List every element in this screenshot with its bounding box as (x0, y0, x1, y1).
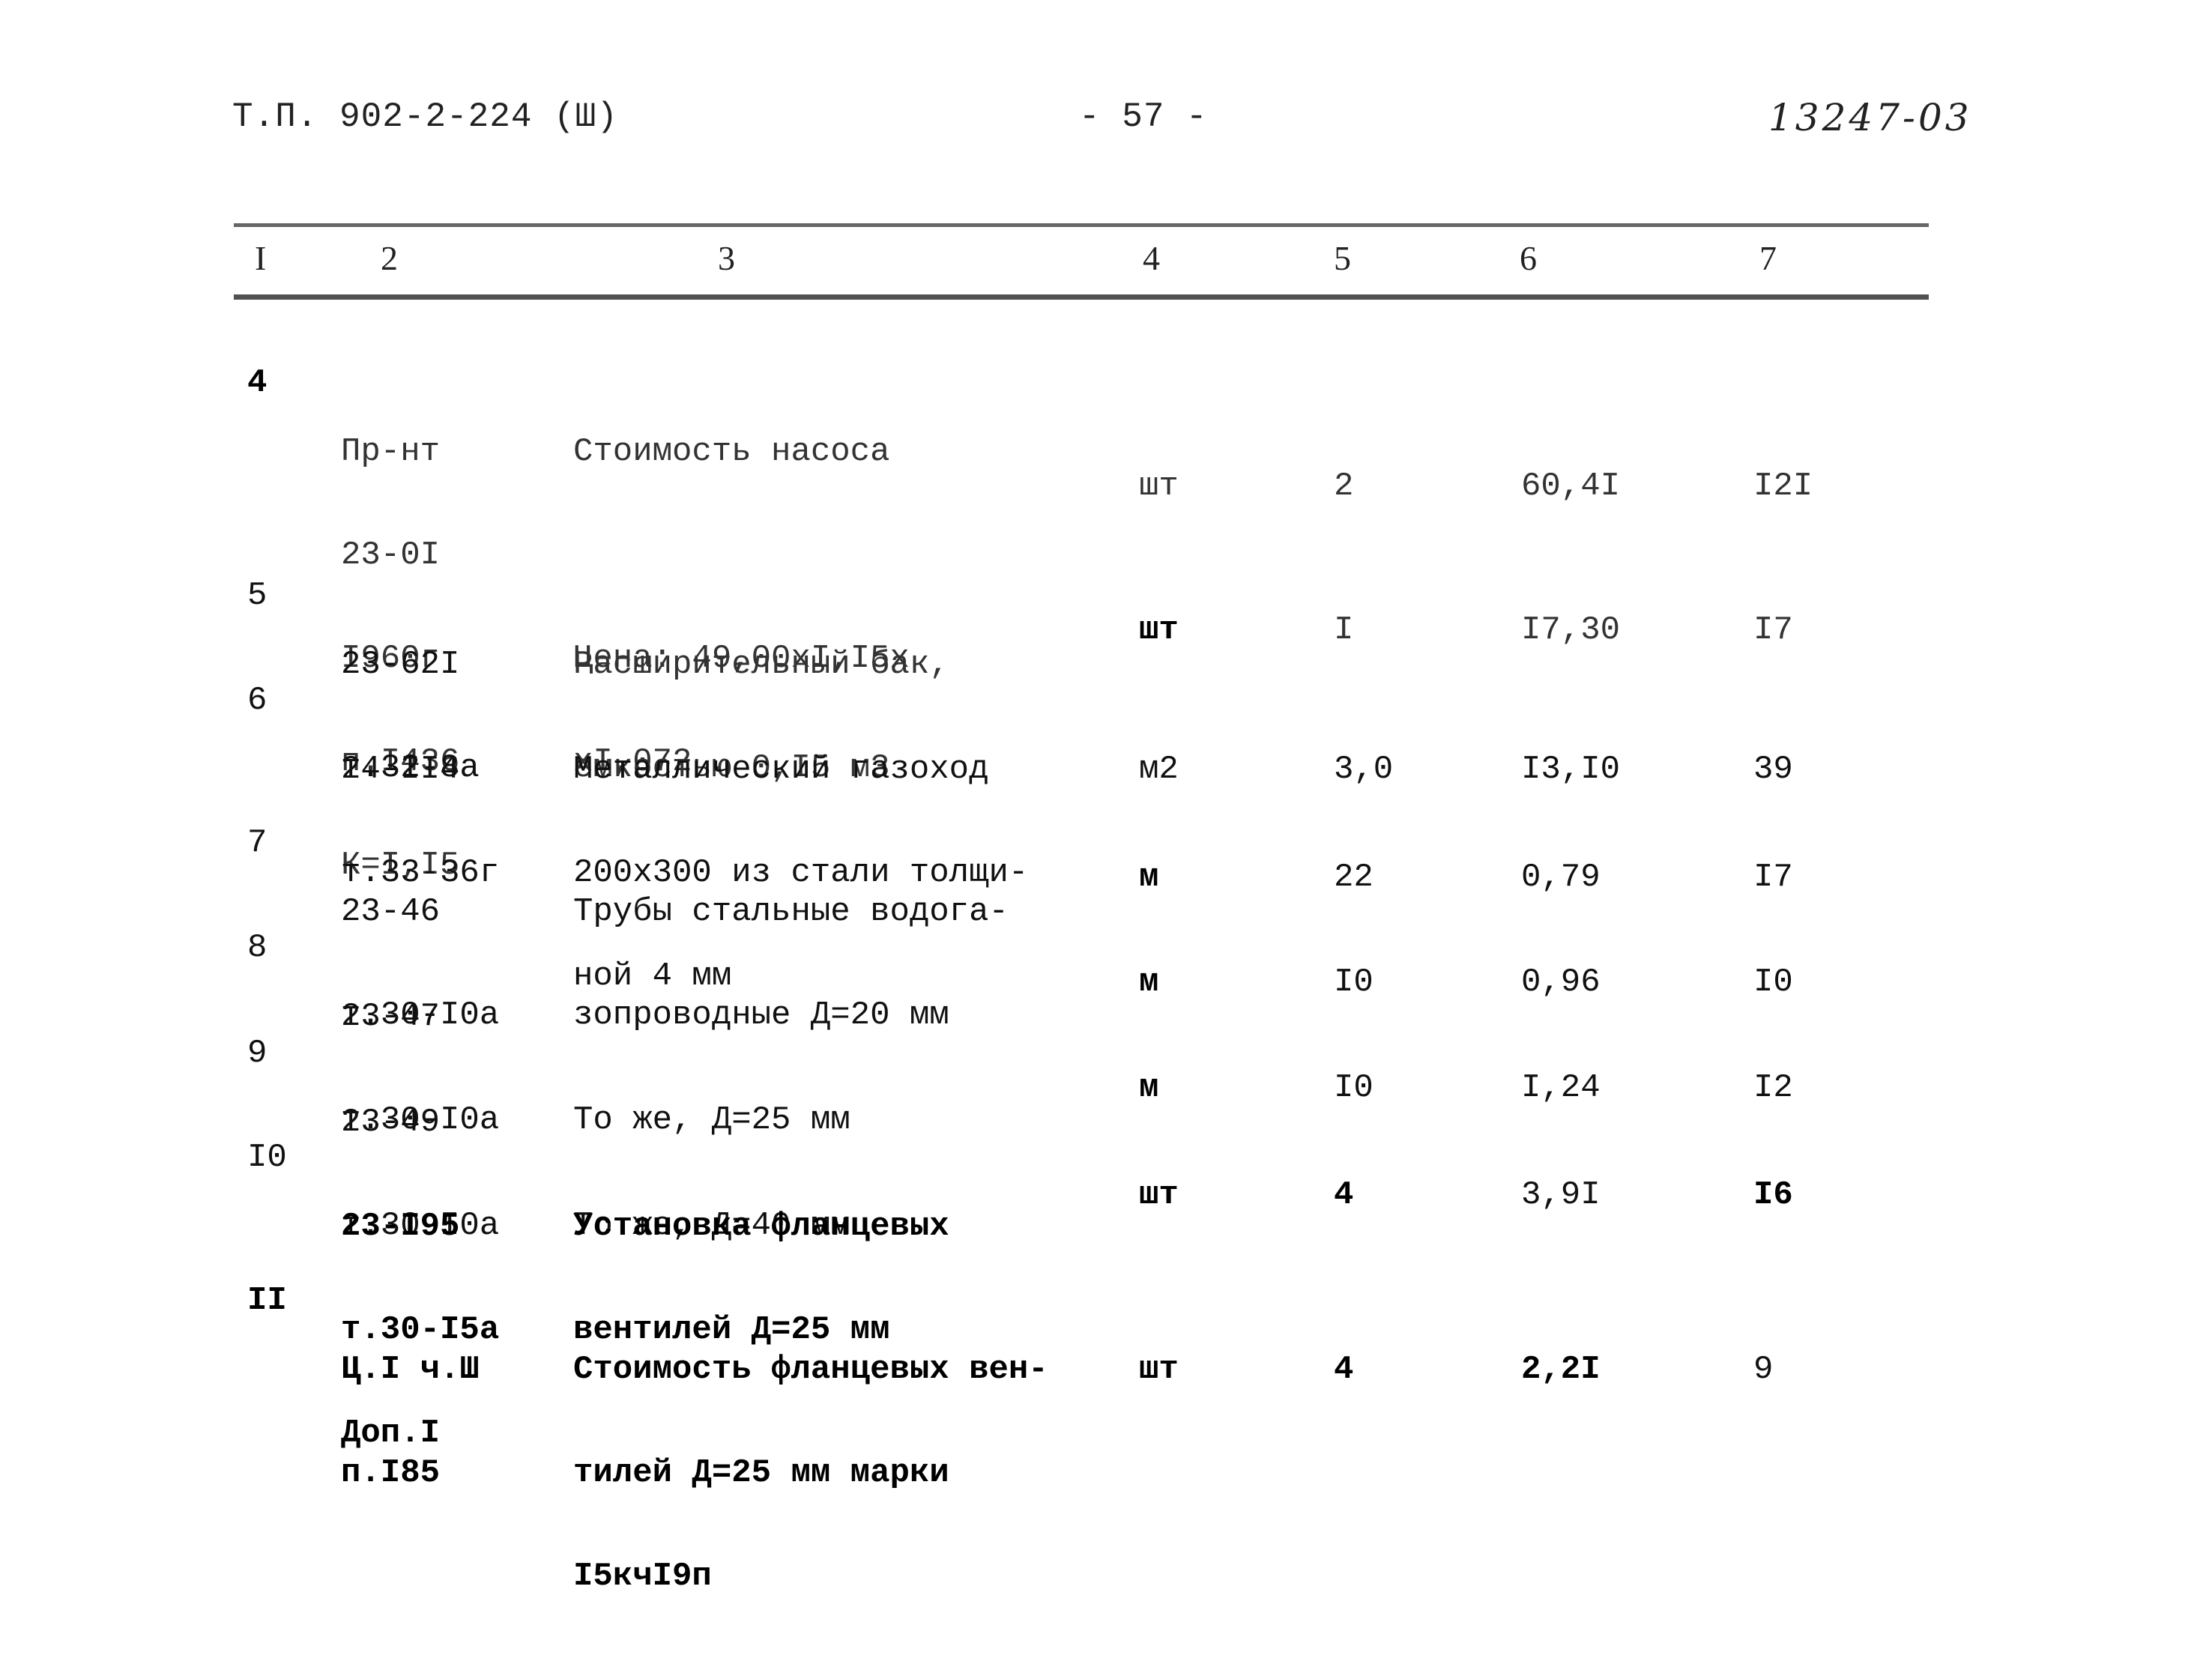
row-unit: шт (1139, 1351, 1179, 1388)
row-unit: м (1139, 859, 1159, 896)
row-unit-price: I7,30 (1521, 611, 1621, 649)
description-line: Расширительный бак, (573, 646, 949, 683)
reference-line: 23-62I (341, 646, 460, 683)
row-quantity: 4 (1334, 1176, 1354, 1214)
row-quantity: I0 (1334, 1069, 1374, 1107)
reference-line: п.I85 (341, 1454, 441, 1492)
row-unit-price: 60,4I (1521, 468, 1621, 505)
row-quantity: 4 (1334, 1351, 1354, 1388)
document-code: Т.П. 902-2-224 (Ш) (232, 97, 618, 136)
row-unit-price: 0,96 (1521, 963, 1601, 1001)
reference-line: 23-I95 (341, 1208, 460, 1245)
description-line: I5кчI9п (573, 1558, 712, 1595)
row-unit: шт (1139, 468, 1179, 505)
table-top-rule (234, 223, 1929, 227)
column-number-1: I (255, 239, 267, 277)
row-unit-price: 0,79 (1521, 859, 1601, 896)
row-total: 39 (1753, 751, 1793, 788)
row-quantity: 22 (1334, 859, 1374, 896)
description-line (573, 999, 850, 1034)
row-total: I2 (1753, 1069, 1793, 1107)
row-number: 6 (247, 682, 268, 719)
row-description: Стоимость фланцевых вен- тилей Д=25 мм м… (573, 1283, 1048, 1663)
description-line: Установка фланцевых (573, 1208, 949, 1245)
row-reference: Ц.I ч.Ш п.I85 (341, 1283, 480, 1559)
row-unit: м (1139, 963, 1159, 1001)
row-total: I0 (1753, 963, 1793, 1001)
row-unit: м2 (1139, 751, 1179, 788)
description-line: тилей Д=25 мм марки (573, 1454, 949, 1492)
column-number-3: 3 (718, 239, 735, 277)
row-number: 7 (247, 824, 268, 862)
column-number-4: 4 (1143, 239, 1160, 277)
reference-line: 24-II4 (341, 751, 460, 788)
description-line: Металлический газоход (573, 751, 989, 788)
row-number: 5 (247, 577, 268, 614)
row-unit-price: 2,2I (1521, 1351, 1601, 1388)
reference-line: 23-0I (341, 536, 441, 574)
row-quantity: 3,0 (1334, 751, 1394, 788)
table-header-bottom-rule (234, 294, 1929, 300)
reference-line: Пр-нт (341, 433, 441, 471)
column-number-6: 6 (1520, 239, 1537, 277)
row-number: 9 (247, 1035, 268, 1072)
column-number-5: 5 (1334, 239, 1351, 277)
row-total: 9 (1753, 1351, 1774, 1388)
row-unit: м (1139, 1069, 1159, 1107)
reference-line: 23-49 (341, 1104, 441, 1141)
row-unit-price: 3,9I (1521, 1176, 1601, 1214)
description-line (573, 538, 910, 572)
row-number: I0 (247, 1139, 287, 1176)
column-number-2: 2 (381, 239, 398, 277)
row-total: I2I (1753, 468, 1813, 505)
reference-line: 23-46 (341, 893, 441, 931)
row-number: 8 (247, 929, 268, 966)
row-total: I7 (1753, 859, 1793, 896)
row-quantity: I0 (1334, 963, 1374, 1001)
row-unit-price: I,24 (1521, 1069, 1601, 1107)
row-unit: шт (1139, 611, 1179, 649)
description-line (573, 1105, 850, 1140)
row-quantity: I (1334, 611, 1354, 649)
row-total: I6 (1753, 1176, 1793, 1214)
row-number: II (247, 1282, 287, 1319)
archive-number: 13247-03 (1768, 96, 1972, 139)
column-number-7: 7 (1759, 239, 1777, 277)
reference-line: Ц.I ч.Ш (341, 1351, 480, 1388)
row-unit-price: I3,I0 (1521, 751, 1621, 788)
row-quantity: 2 (1334, 468, 1354, 505)
description-line: Трубы стальные водога- (573, 893, 1009, 931)
row-number: 4 (247, 364, 268, 402)
row-unit: шт (1139, 1176, 1179, 1214)
description-line: Стоимость фланцевых вен- (573, 1351, 1048, 1388)
description-line: Стоимость насоса (573, 433, 890, 471)
reference-line: 23-47 (341, 998, 441, 1035)
row-total: I7 (1753, 611, 1793, 649)
page-number: - 57 - (1079, 97, 1208, 136)
